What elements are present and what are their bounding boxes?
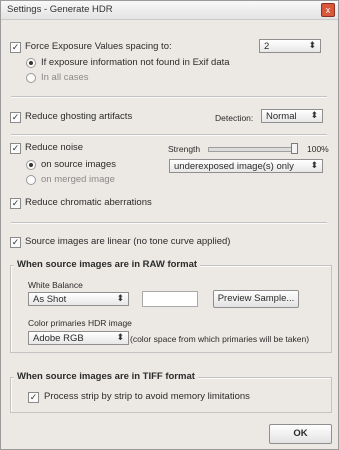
on-source-images-label: on source images	[41, 159, 116, 170]
color-primaries-label: Color primaries HDR image	[28, 318, 132, 328]
tiff-format-legend: When source images are in TIFF format	[14, 371, 198, 382]
color-primaries-value: Adobe RGB	[33, 333, 84, 344]
reduce-noise-label: Reduce noise	[25, 142, 84, 153]
dropdown-arrow-icon: ⬍	[308, 40, 316, 50]
window-title: Settings - Generate HDR	[7, 4, 113, 15]
linear-source-label: Source images are linear (no tone curve …	[25, 236, 231, 247]
separator	[11, 222, 327, 224]
separator	[11, 96, 327, 98]
check-icon: ✓	[11, 112, 20, 122]
chromatic-aberrations-checkbox[interactable]: ✓	[10, 198, 21, 209]
close-icon[interactable]: x	[321, 3, 335, 17]
dropdown-arrow-icon: ⬍	[310, 160, 318, 170]
white-balance-label: White Balance	[28, 280, 83, 290]
check-icon: ✓	[29, 392, 38, 402]
preview-sample-button[interactable]: Preview Sample...	[213, 290, 299, 308]
dropdown-arrow-icon: ⬍	[310, 110, 318, 120]
ok-button[interactable]: OK	[269, 424, 332, 444]
detection-label: Detection:	[215, 113, 254, 123]
check-icon: ✓	[11, 42, 20, 52]
strength-value: 100%	[307, 144, 329, 154]
raw-format-legend: When source images are in RAW format	[14, 259, 201, 270]
strength-slider-track[interactable]	[208, 147, 298, 152]
exif-missing-label: If exposure information not found in Exi…	[41, 57, 230, 68]
ghosting-checkbox[interactable]: ✓	[10, 112, 21, 123]
noise-target-select[interactable]: underexposed image(s) only ⬍	[169, 159, 323, 173]
force-exposure-checkbox[interactable]: ✓	[10, 42, 21, 53]
all-cases-label: In all cases	[41, 72, 89, 83]
white-balance-field[interactable]	[142, 291, 198, 307]
linear-source-checkbox[interactable]: ✓	[10, 237, 21, 248]
detection-select[interactable]: Normal ⬍	[261, 109, 323, 123]
ev-spacing-value: 2	[264, 41, 270, 52]
on-merged-image-radio[interactable]	[26, 175, 36, 185]
white-balance-select[interactable]: As Shot ⬍	[28, 292, 129, 306]
chromatic-aberrations-label: Reduce chromatic aberrations	[25, 197, 152, 208]
check-icon: ✓	[11, 198, 20, 208]
check-icon: ✓	[11, 237, 20, 247]
on-merged-image-label: on merged image	[41, 174, 115, 185]
detection-value: Normal	[266, 111, 297, 122]
check-icon: ✓	[11, 143, 20, 153]
exif-missing-radio[interactable]	[26, 58, 36, 68]
strength-slider-thumb[interactable]	[291, 143, 298, 154]
process-strip-label: Process strip by strip to avoid memory l…	[44, 391, 250, 402]
process-strip-checkbox[interactable]: ✓	[28, 392, 39, 403]
color-primaries-select[interactable]: Adobe RGB ⬍	[28, 331, 129, 345]
strength-label: Strength	[168, 144, 201, 154]
white-balance-value: As Shot	[33, 294, 67, 305]
all-cases-radio[interactable]	[26, 73, 36, 83]
force-exposure-label: Force Exposure Values spacing to:	[25, 41, 172, 52]
reduce-noise-checkbox[interactable]: ✓	[10, 143, 21, 154]
ghosting-label: Reduce ghosting artifacts	[25, 111, 133, 122]
dropdown-arrow-icon: ⬍	[116, 332, 124, 342]
title-bar: Settings - Generate HDR x	[1, 1, 338, 20]
ev-spacing-select[interactable]: 2 ⬍	[259, 39, 321, 53]
noise-target-value: underexposed image(s) only	[174, 161, 294, 172]
dropdown-arrow-icon: ⬍	[116, 293, 124, 303]
color-primaries-note: (color space from which primaries will b…	[130, 334, 310, 344]
on-source-images-radio[interactable]	[26, 160, 36, 170]
settings-dialog: Settings - Generate HDR x ✓ Force Exposu…	[0, 0, 339, 450]
separator	[11, 134, 327, 136]
